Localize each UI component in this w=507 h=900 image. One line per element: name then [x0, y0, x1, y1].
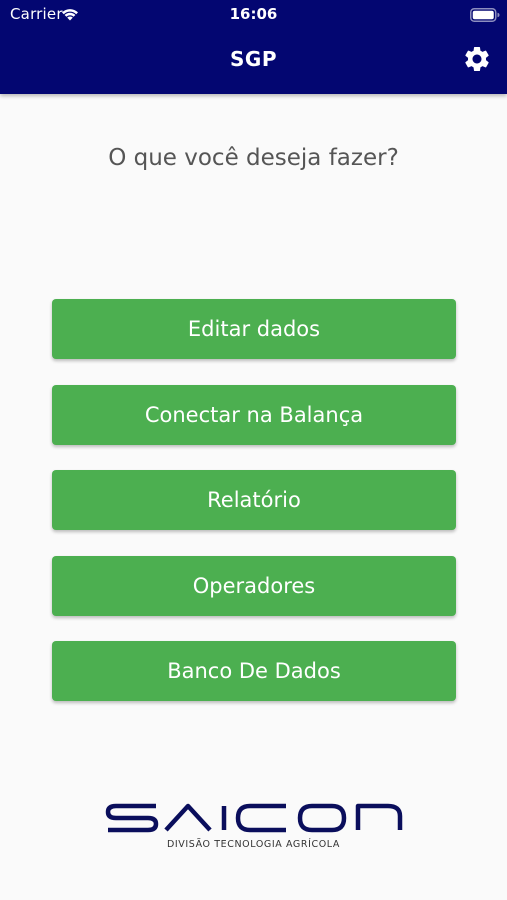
action-menu: Editar dados Conectar na Balança Relatór…: [52, 299, 456, 727]
page-prompt: O que você deseja fazer?: [108, 145, 399, 171]
battery-icon: [470, 7, 500, 22]
connect-scale-button[interactable]: Conectar na Balança: [52, 384, 456, 445]
status-time: 16:06: [229, 5, 278, 23]
operators-button[interactable]: Operadores: [52, 555, 456, 616]
report-button[interactable]: Relatório: [52, 470, 456, 530]
brand-footer: DIVISÃO TECNOLOGIA AGRÍCOLA: [0, 800, 507, 850]
status-bar: Carrier 16:06: [0, 0, 507, 30]
gear-icon: [465, 46, 489, 71]
app-header: Carrier 16:06 SGP: [0, 0, 507, 94]
database-button[interactable]: Banco De Dados: [52, 641, 456, 701]
settings-button[interactable]: [462, 44, 492, 74]
edit-data-button[interactable]: Editar dados: [52, 299, 456, 359]
saicon-logo: [105, 803, 402, 833]
app-title: SGP: [230, 47, 277, 71]
brand-tagline: DIVISÃO TECNOLOGIA AGRÍCOLA: [166, 839, 340, 850]
